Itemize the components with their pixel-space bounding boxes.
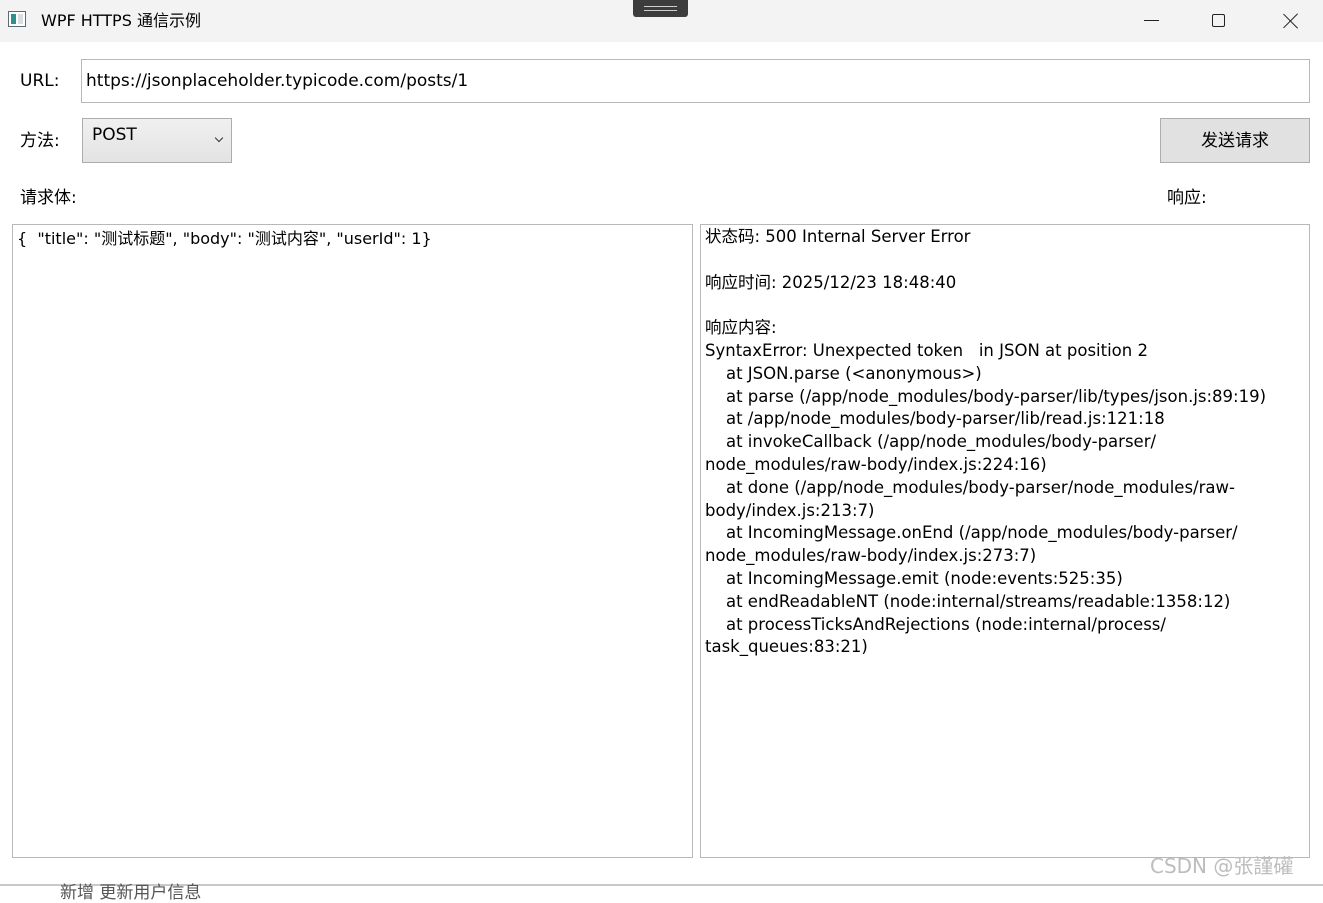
response-line: task_queues:83:21) (705, 637, 868, 657)
response-line: node_modules/raw-body/index.js:273:7) (705, 546, 1037, 566)
chevron-down-icon (215, 135, 223, 143)
minimize-button[interactable] (1128, 0, 1174, 42)
url-label: URL: (20, 71, 60, 91)
response-line: at JSON.parse (<anonymous>) (705, 363, 982, 383)
response-line: at processTicksAndRejections (node:inter… (705, 614, 1166, 634)
response-line: node_modules/raw-body/index.js:224:16) (705, 454, 1047, 474)
request-body-textbox[interactable]: { "title": "测试标题", "body": "测试内容", "user… (12, 224, 693, 858)
response-line: body/index.js:213:7) (705, 500, 875, 520)
maximize-button[interactable] (1196, 0, 1242, 42)
response-line (705, 294, 1305, 317)
response-line: 响应内容: (705, 318, 777, 338)
response-line: at /app/node_modules/body-parser/lib/rea… (705, 409, 1165, 429)
maximize-icon (1212, 14, 1225, 27)
main-window: WPF HTTPS 通信示例 URL: https://jsonplacehol… (0, 0, 1323, 886)
response-line: at endReadableNT (node:internal/streams/… (705, 591, 1231, 611)
response-line: 状态码: 500 Internal Server Error (705, 227, 971, 246)
response-line: at done (/app/node_modules/body-parser/n… (705, 477, 1235, 497)
response-line (705, 249, 1305, 272)
background-window-text: 新增 更新用户信息 (60, 883, 202, 903)
request-body-label: 请求体: (20, 188, 77, 208)
url-input[interactable]: https://jsonplaceholder.typicode.com/pos… (81, 59, 1310, 103)
response-label: 响应: (1167, 188, 1207, 208)
title-bar[interactable]: WPF HTTPS 通信示例 (0, 0, 1323, 42)
window-title: WPF HTTPS 通信示例 (41, 11, 201, 30)
response-line: at IncomingMessage.onEnd (/app/node_modu… (705, 523, 1238, 543)
app-window-icon (8, 11, 26, 27)
request-body-text: { "title": "测试标题", "body": "测试内容", "user… (17, 229, 432, 248)
response-line: at parse (/app/node_modules/body-parser/… (705, 386, 1267, 406)
close-button[interactable] (1268, 0, 1314, 42)
method-label: 方法: (20, 131, 60, 151)
close-icon (1282, 12, 1300, 30)
response-line: SyntaxError: Unexpected token in JSON at… (705, 340, 1148, 360)
response-line: 响应时间: 2025/12/23 18:48:40 (705, 272, 957, 292)
response-textbox[interactable]: 状态码: 500 Internal Server Error 响应时间: 202… (700, 224, 1310, 858)
snap-layout-handle[interactable] (633, 0, 688, 17)
method-select[interactable]: POST (82, 118, 232, 163)
watermark: CSDN @张謹礶 (1150, 854, 1294, 878)
response-line: at invokeCallback (/app/node_modules/bod… (705, 432, 1157, 452)
response-line: at IncomingMessage.emit (node:events:525… (705, 568, 1123, 588)
minimize-icon (1144, 20, 1159, 21)
method-selected-value: POST (92, 125, 137, 145)
send-request-button[interactable]: 发送请求 (1160, 118, 1310, 163)
response-content: 状态码: 500 Internal Server Error 响应时间: 202… (705, 226, 1305, 659)
